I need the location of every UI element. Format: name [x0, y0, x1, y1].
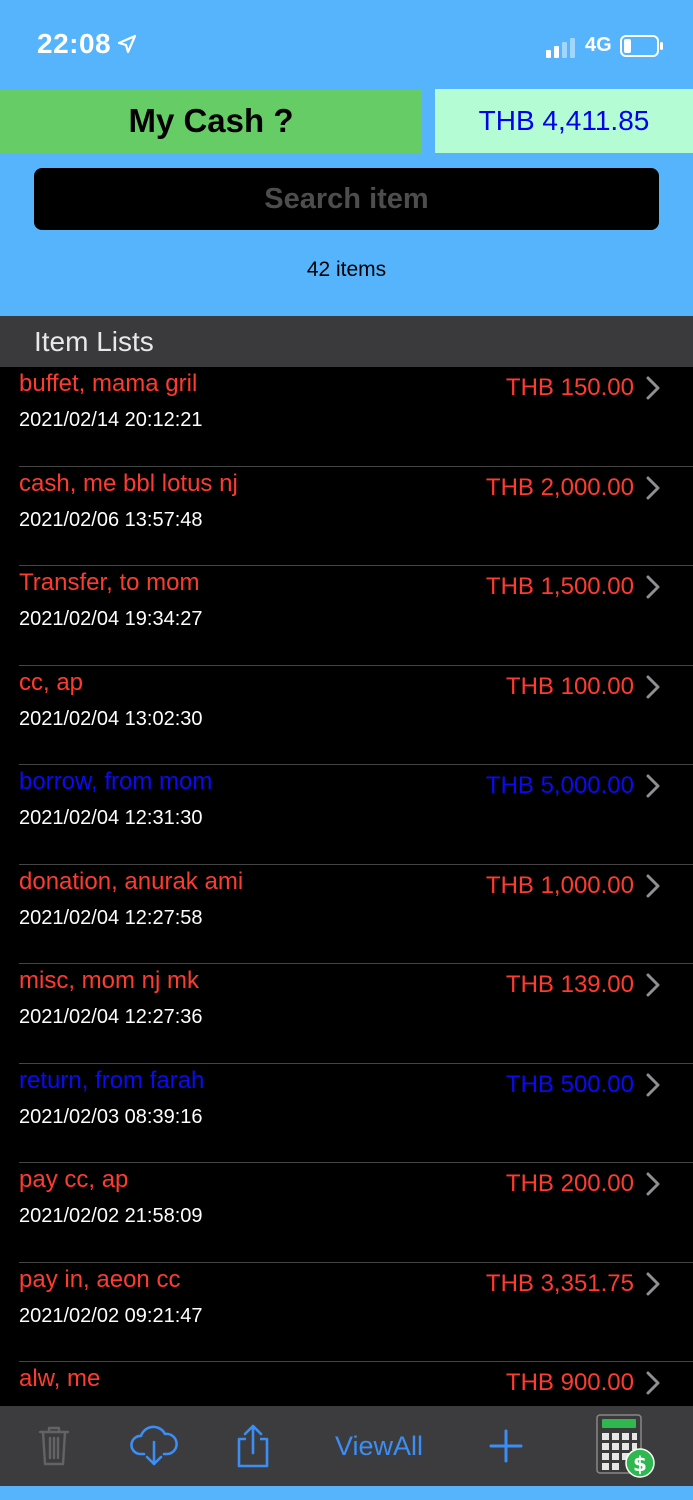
item-amount: THB 1,000.00: [485, 871, 634, 899]
item-date: 2021/02/04 12:27:58: [19, 906, 203, 929]
list-item[interactable]: cc, ap 2021/02/04 13:02:30 THB 100.00: [0, 666, 693, 765]
list-item[interactable]: cash, me bbl lotus nj 2021/02/06 13:57:4…: [0, 467, 693, 566]
list-item[interactable]: pay cc, ap 2021/02/02 21:58:09 THB 200.0…: [0, 1163, 693, 1263]
item-name: Transfer, to mom: [19, 569, 200, 596]
item-amount: THB 900.00: [505, 1369, 634, 1396]
item-count: 42 items: [306, 258, 387, 281]
item-name: buffet, mama gril: [19, 370, 198, 397]
item-date: 2021/02/04 19:34:27: [19, 608, 203, 630]
chevron-right-icon: [646, 476, 660, 505]
item-name: pay cc, ap: [19, 1166, 129, 1193]
item-amount: THB 1,500.00: [485, 573, 634, 600]
item-date: 2021/02/14 20:12:21: [19, 409, 203, 431]
item-list: buffet, mama gril 2021/02/14 20:12:21 TH…: [0, 367, 693, 1406]
status-time: 22:08: [37, 28, 112, 59]
list-item[interactable]: return, from farah 2021/02/03 08:39:16 T…: [0, 1064, 693, 1163]
item-amount: THB 3,351.75: [485, 1269, 634, 1297]
item-date: 2021/02/02 21:58:09: [19, 1205, 203, 1227]
item-amount: THB 150.00: [505, 374, 634, 401]
item-date: 2021/02/04 13:02:30: [19, 707, 203, 730]
list-item[interactable]: buffet, mama gril 2021/02/14 20:12:21 TH…: [0, 367, 693, 467]
list-item[interactable]: alw, me THB 900.00: [0, 1362, 693, 1406]
item-name: borrow, from mom: [19, 768, 213, 795]
item-amount: THB 2,000.00: [485, 473, 634, 501]
share-icon[interactable]: [232, 1406, 274, 1486]
item-amount: THB 139.00: [505, 971, 634, 998]
item-date: 2021/02/04 12:27:36: [19, 1006, 203, 1028]
chevron-right-icon: [646, 1371, 660, 1400]
bottom-toolbar: ViewAll $: [0, 1406, 693, 1486]
chevron-right-icon: [646, 376, 660, 405]
list-item[interactable]: donation, anurak ami 2021/02/04 12:27:58…: [0, 865, 693, 964]
item-amount: THB 100.00: [505, 672, 634, 700]
cellular-signal-icon: [546, 37, 576, 64]
chevron-right-icon: [646, 1272, 660, 1301]
item-date: 2021/02/04 12:31:30: [19, 807, 203, 829]
list-item[interactable]: Transfer, to mom 2021/02/04 19:34:27 THB…: [0, 566, 693, 666]
item-amount: THB 200.00: [505, 1170, 634, 1197]
search-input[interactable]: [34, 168, 659, 230]
item-name: cash, me bbl lotus nj: [19, 469, 238, 497]
item-date: 2021/02/03 08:39:16: [19, 1105, 203, 1128]
item-amount: THB 5,000.00: [485, 772, 634, 799]
chevron-right-icon: [646, 1073, 660, 1102]
item-date: 2021/02/02 09:21:47: [19, 1304, 203, 1327]
chevron-right-icon: [646, 874, 660, 903]
item-name: return, from farah: [19, 1066, 205, 1094]
app-title: My Cash ?: [0, 89, 422, 153]
cloud-download-icon[interactable]: [128, 1406, 180, 1486]
section-header: Item Lists: [0, 316, 693, 367]
calculator-money-icon[interactable]: $: [593, 1406, 659, 1486]
item-name: donation, anurak ami: [19, 867, 244, 895]
status-bar: 22:08 4G: [0, 0, 693, 90]
list-item[interactable]: misc, mom nj mk 2021/02/04 12:27:36 THB …: [0, 964, 693, 1064]
network-type: 4G: [585, 34, 612, 56]
item-name: pay in, aeon cc: [19, 1265, 181, 1293]
trash-icon[interactable]: [32, 1406, 76, 1486]
chevron-right-icon: [646, 973, 660, 1002]
list-item[interactable]: pay in, aeon cc 2021/02/02 09:21:47 THB …: [0, 1263, 693, 1362]
battery-icon: [620, 34, 664, 63]
item-date: 2021/02/06 13:57:48: [19, 508, 203, 531]
svg-text:$: $: [633, 1452, 647, 1476]
chevron-right-icon: [646, 675, 660, 704]
add-icon[interactable]: [486, 1406, 526, 1486]
location-arrow-icon: [117, 34, 137, 59]
list-item[interactable]: borrow, from mom 2021/02/04 12:31:30 THB…: [0, 765, 693, 865]
item-name: misc, mom nj mk: [19, 967, 199, 994]
cash-balance: THB 4,411.85: [435, 89, 693, 153]
chevron-right-icon: [646, 1172, 660, 1201]
view-all-button[interactable]: ViewAll: [325, 1406, 433, 1486]
chevron-right-icon: [646, 774, 660, 803]
item-name: cc, ap: [19, 668, 84, 696]
item-name: alw, me: [19, 1365, 101, 1392]
chevron-right-icon: [646, 575, 660, 604]
item-amount: THB 500.00: [505, 1070, 634, 1098]
